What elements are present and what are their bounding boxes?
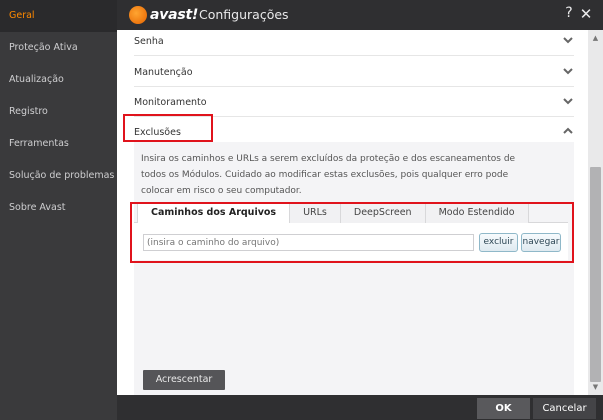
chevron-down-icon <box>563 68 573 75</box>
exclusoes-highlight-box <box>123 114 213 142</box>
window-title: Configurações <box>199 7 289 22</box>
sidebar-item-geral[interactable]: Geral <box>0 0 117 32</box>
chevron-up-icon <box>563 127 573 134</box>
ok-button[interactable]: OK <box>477 398 530 419</box>
section-manutencao[interactable]: Manutenção <box>134 59 574 87</box>
avast-logo: avast! <box>129 3 198 27</box>
sidebar-item-sobre-avast[interactable]: Sobre Avast <box>0 192 117 224</box>
path-entry-highlight-box <box>130 202 574 263</box>
chevron-down-icon <box>563 98 573 105</box>
sidebar-item-atualizacao[interactable]: Atualização <box>0 64 117 96</box>
scroll-down-icon[interactable]: ▼ <box>588 381 603 393</box>
content-scrollbar[interactable]: ▲ ▼ <box>588 30 603 395</box>
help-icon[interactable]: ? <box>561 5 577 21</box>
scroll-thumb[interactable] <box>590 167 601 382</box>
section-label: Manutenção <box>134 67 193 78</box>
section-monitoramento[interactable]: Monitoramento <box>134 89 574 117</box>
section-label: Senha <box>134 36 164 47</box>
logo-text: avast! <box>150 7 199 23</box>
exclusions-description: Insira os caminhos e URLs a serem excluí… <box>141 154 516 196</box>
chevron-down-icon <box>563 37 573 44</box>
settings-content: Senha Manutenção Monitoramento Exclusões… <box>117 30 588 395</box>
sidebar-item-solucao-de-problemas[interactable]: Solução de problemas <box>0 160 117 192</box>
sidebar-item-protecao-ativa[interactable]: Proteção Ativa <box>0 32 117 64</box>
dialog-footer: OK Cancelar <box>117 395 603 420</box>
cancel-button[interactable]: Cancelar <box>533 398 596 419</box>
avast-ball-icon <box>129 6 147 24</box>
scroll-up-icon[interactable]: ▲ <box>588 32 603 44</box>
add-button[interactable]: Acrescentar <box>143 370 225 390</box>
sidebar-item-ferramentas[interactable]: Ferramentas <box>0 128 117 160</box>
close-icon[interactable]: ✕ <box>578 5 594 23</box>
sidebar-item-registro[interactable]: Registro <box>0 96 117 128</box>
sidebar: Geral Proteção Ativa Atualização Registr… <box>0 0 117 420</box>
section-senha[interactable]: Senha <box>134 30 574 56</box>
title-bar: avast! Configurações ? ✕ <box>117 0 603 30</box>
section-label: Monitoramento <box>134 97 207 108</box>
